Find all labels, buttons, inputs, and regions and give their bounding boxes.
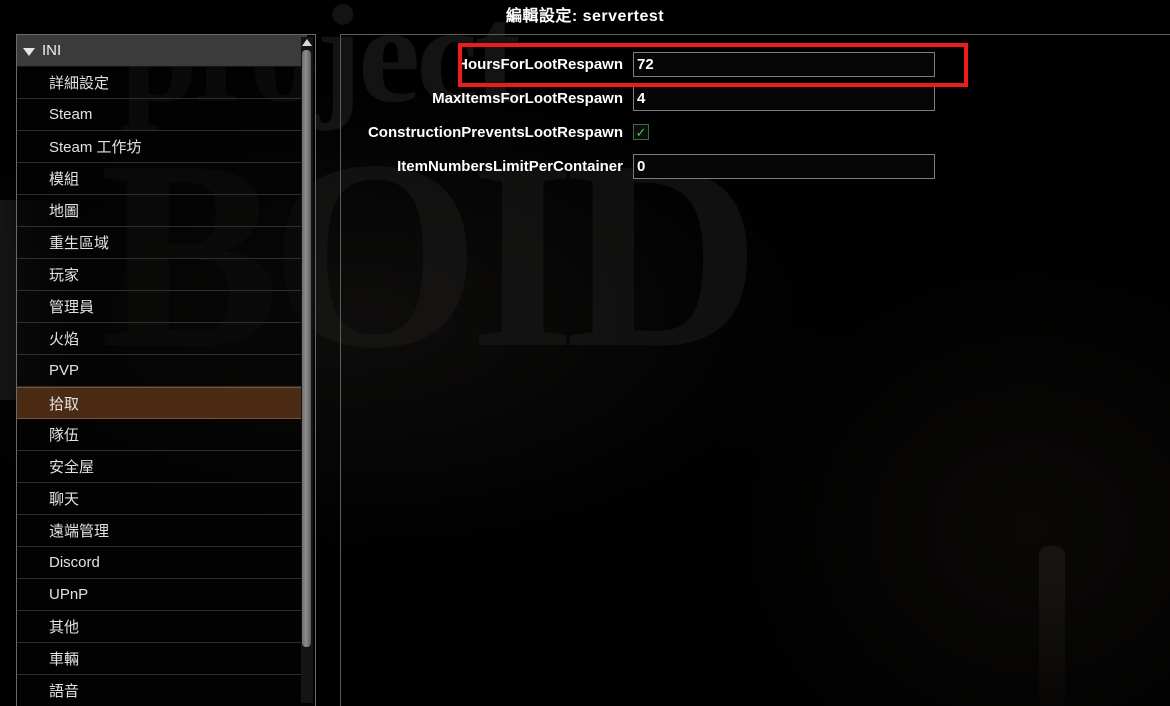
- sidebar-item-label: 詳細設定: [49, 75, 110, 92]
- sidebar-item-respawn-zone[interactable]: 重生區域: [17, 227, 307, 259]
- sidebar-item-label: UPnP: [49, 586, 89, 603]
- sidebar-item-label: 火焰: [49, 331, 80, 348]
- sidebar-item-label: 地圖: [49, 203, 80, 220]
- sidebar-item-label: 拾取: [49, 395, 80, 413]
- sidebar-item-mods[interactable]: 模組: [17, 163, 307, 195]
- sidebar-item-discord[interactable]: Discord: [17, 547, 307, 579]
- setting-row-construction-prevents-loot-respawn: ConstructionPreventsLootRespawn ✓: [341, 115, 649, 149]
- sidebar-item-advanced[interactable]: 詳細設定: [17, 67, 307, 99]
- max-items-for-loot-respawn-input[interactable]: [633, 85, 935, 111]
- sidebar-item-vehicles[interactable]: 車輛: [17, 643, 307, 675]
- sidebar-item-map[interactable]: 地圖: [17, 195, 307, 227]
- setting-label: HoursForLootRespawn: [457, 55, 623, 73]
- tree-group-label: INI: [42, 42, 62, 59]
- sidebar-item-label: 模組: [49, 171, 80, 188]
- setting-label: ConstructionPreventsLootRespawn: [367, 123, 623, 141]
- sidebar-item-label: 管理員: [49, 299, 95, 316]
- setting-row-max-items-for-loot-respawn: MaxItemsForLootRespawn: [341, 81, 935, 115]
- sidebar-item-voice[interactable]: 語音: [17, 675, 307, 706]
- sidebar-item-label: Steam 工作坊: [49, 139, 142, 156]
- hours-for-loot-respawn-input[interactable]: [633, 51, 935, 77]
- sidebar-item-label: 車輛: [49, 651, 80, 668]
- sidebar-item-label: PVP: [49, 362, 80, 379]
- sidebar-item-faction[interactable]: 隊伍: [17, 419, 307, 451]
- sidebar-item-loot[interactable]: 拾取: [17, 387, 307, 419]
- sidebar-item-steam[interactable]: Steam: [17, 99, 307, 131]
- sidebar-item-safehouse[interactable]: 安全屋: [17, 451, 307, 483]
- sidebar-item-label: 語音: [49, 683, 80, 700]
- settings-form-panel: HoursForLootRespawn MaxItemsForLootRespa…: [340, 34, 1170, 706]
- item-numbers-limit-per-container-input[interactable]: [633, 153, 935, 179]
- sidebar-item-label: 重生區域: [49, 235, 110, 252]
- tree-group-ini[interactable]: INI: [17, 35, 307, 67]
- sidebar-item-pvp[interactable]: PVP: [17, 355, 307, 387]
- sidebar-item-label: Steam: [49, 106, 93, 123]
- setting-row-hours-for-loot-respawn: HoursForLootRespawn: [341, 47, 935, 81]
- chevron-down-icon[interactable]: [23, 47, 35, 56]
- sidebar-item-label: Discord: [49, 554, 100, 571]
- settings-category-tree-panel: INI 詳細設定 Steam Steam 工作坊 模組 地圖 重生區域 玩家 管…: [16, 34, 316, 706]
- sidebar-item-upnp[interactable]: UPnP: [17, 579, 307, 611]
- setting-label: ItemNumbersLimitPerContainer: [397, 157, 623, 175]
- setting-row-item-numbers-limit-per-container: ItemNumbersLimitPerContainer: [341, 149, 935, 183]
- construction-prevents-loot-respawn-checkbox[interactable]: ✓: [633, 124, 649, 140]
- sidebar-item-fire[interactable]: 火焰: [17, 323, 307, 355]
- sidebar-item-players[interactable]: 玩家: [17, 259, 307, 291]
- scrollbar-thumb[interactable]: [302, 50, 311, 647]
- settings-category-list: INI 詳細設定 Steam Steam 工作坊 模組 地圖 重生區域 玩家 管…: [17, 35, 307, 706]
- sidebar-item-label: 聊天: [49, 491, 80, 508]
- scroll-up-arrow-icon[interactable]: [302, 39, 312, 46]
- sidebar-item-other[interactable]: 其他: [17, 611, 307, 643]
- sidebar-item-admin[interactable]: 管理員: [17, 291, 307, 323]
- sidebar-item-remote-admin[interactable]: 遠端管理: [17, 515, 307, 547]
- sidebar-item-label: 玩家: [49, 267, 80, 284]
- sidebar-scrollbar[interactable]: [301, 37, 313, 703]
- sidebar-item-label: 遠端管理: [49, 523, 110, 540]
- sidebar-item-steam-workshop[interactable]: Steam 工作坊: [17, 131, 307, 163]
- sidebar-item-label: 安全屋: [49, 459, 95, 476]
- sidebar-item-label: 其他: [49, 619, 80, 636]
- sidebar-item-chat[interactable]: 聊天: [17, 483, 307, 515]
- window-title: 編輯設定: servertest: [505, 8, 665, 25]
- sidebar-item-label: 隊伍: [49, 427, 80, 444]
- setting-label: MaxItemsForLootRespawn: [432, 89, 623, 107]
